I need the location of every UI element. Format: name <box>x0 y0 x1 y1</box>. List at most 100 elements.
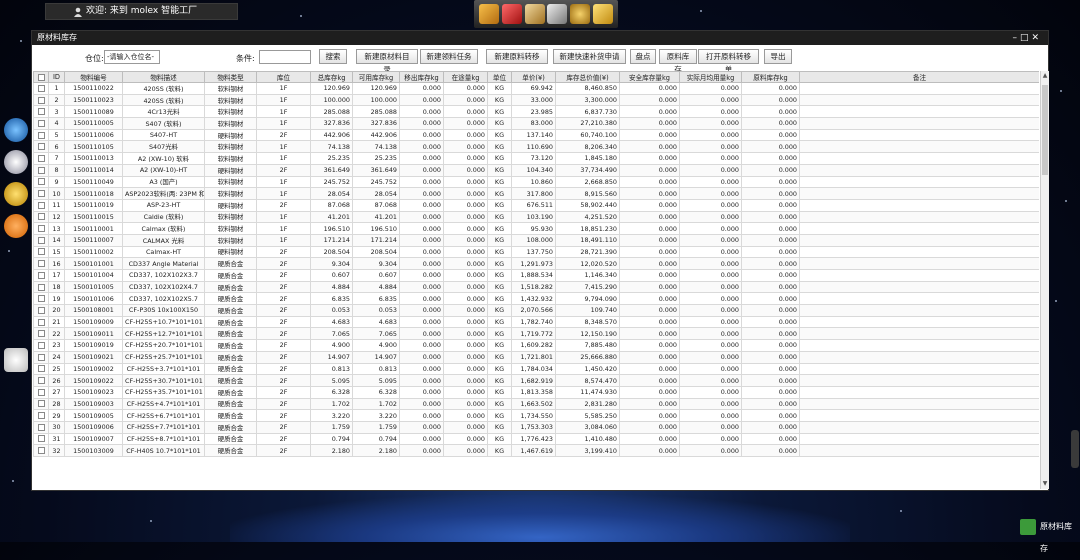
table-row[interactable]: 27 1500109023 CF-H25S+35.7*101*101 硬质合金 2F 6.… <box>33 385 1039 399</box>
table-row[interactable]: 19 1500101006 CD337, 102X102X5.7 硬质合金 2F 6.83… <box>33 292 1039 306</box>
row-checkbox-cell[interactable] <box>33 280 49 294</box>
table-row[interactable]: 1 1500110022 420SS (软料) 软料钢材 1F 120.969 120.96… <box>33 82 1039 95</box>
table-row[interactable]: 7 1500110013 A2 (XW-10) 软料 软料钢材 1F 25.235 25.2… <box>33 152 1039 165</box>
row-checkbox-cell[interactable] <box>33 420 49 434</box>
table-row[interactable]: 23 1500109019 CF-H25S+20.7*101*101 硬质合金 2F 4.… <box>33 339 1039 352</box>
row-checkbox-cell[interactable] <box>33 82 49 95</box>
table-row[interactable]: 2 1500110023 420SS (软料) 软料钢材 1F 100.000 100.00… <box>33 93 1039 107</box>
red-cube-icon[interactable] <box>501 4 522 24</box>
table-row[interactable]: 31 1500109007 CF-H25S+8.7*101*101 硬质合金 2F 0.7… <box>33 432 1039 446</box>
row-checkbox-cell[interactable] <box>33 222 49 235</box>
table-row[interactable]: 4 1500110005 S407 (软料) 软料钢材 1F 327.836 327.836… <box>33 117 1039 130</box>
checkbox[interactable] <box>37 154 45 162</box>
checkbox[interactable] <box>37 236 45 244</box>
new-transfer-button[interactable]: 新建原料转移 <box>486 49 548 64</box>
row-checkbox-cell[interactable] <box>33 304 49 317</box>
search-button[interactable]: 搜索 <box>319 49 347 64</box>
checkbox[interactable] <box>37 248 45 256</box>
checkbox[interactable] <box>37 306 45 314</box>
row-checkbox-cell[interactable] <box>33 128 49 142</box>
checkbox[interactable] <box>37 178 45 186</box>
checkbox[interactable] <box>37 295 45 303</box>
new-catalog-button[interactable]: 新建原材料目录 <box>356 49 418 74</box>
row-checkbox-cell[interactable] <box>33 117 49 130</box>
table-row[interactable]: 16 1500101001 CD337 Angle Material 硬质合金 2F 9.… <box>33 257 1039 270</box>
arrow-icon[interactable] <box>4 214 28 238</box>
window-controls[interactable]: –□✕ <box>1012 31 1042 45</box>
scroll-thumb[interactable] <box>1042 85 1048 175</box>
table-row[interactable]: 9 1500110049 A3 (国产) 软料钢材 1F 245.752 245.752 0.… <box>33 175 1039 189</box>
table-row[interactable]: 5 1500110006 S407-HT 硬料钢材 2F 442.906 442.906 0.… <box>33 128 1039 142</box>
row-checkbox-cell[interactable] <box>33 432 49 446</box>
table-row[interactable]: 20 1500108001 CF-P30S 10x100X150 硬质合金 2F 0.05… <box>33 304 1039 317</box>
table-row[interactable]: 25 1500109002 CF-H25S+3.7*101*101 硬质合金 2F 0.8… <box>33 362 1039 376</box>
row-checkbox-cell[interactable] <box>33 374 49 387</box>
checkbox[interactable] <box>37 353 45 361</box>
checkbox[interactable] <box>37 96 45 104</box>
row-checkbox-cell[interactable] <box>33 257 49 270</box>
checkbox[interactable] <box>37 318 45 326</box>
row-checkbox-cell[interactable] <box>33 269 49 282</box>
export-button[interactable]: 导出 <box>764 49 792 64</box>
table-row[interactable]: 24 1500109021 CF-H25S+25.7*101*101 硬质合金 2F 14… <box>33 350 1039 364</box>
table-row[interactable]: 13 1500110001 Calmax (软料) 软料钢材 1F 196.510 196.… <box>33 222 1039 235</box>
taskbar-item[interactable]: 原材料库存 <box>1018 516 1078 553</box>
checkbox[interactable] <box>37 225 45 233</box>
row-checkbox-cell[interactable] <box>33 140 49 154</box>
table-row[interactable]: 6 1500110105 S407光料 软料钢材 1F 74.138 74.138 0.000… <box>33 140 1039 154</box>
table-row[interactable]: 17 1500101004 CD337, 102X102X3.7 硬质合金 2F 0.60… <box>33 269 1039 282</box>
checkbox[interactable] <box>37 143 45 151</box>
table-row[interactable]: 8 1500110014 A2 (XW-10)-HT 硬料钢材 2F 361.649 361… <box>33 163 1039 177</box>
row-checkbox-cell[interactable] <box>33 315 49 329</box>
checkbox[interactable] <box>37 388 45 396</box>
checkbox[interactable] <box>37 73 45 81</box>
vertical-scrollbar[interactable]: ▲ ▼ <box>1040 71 1049 489</box>
table-row[interactable]: 30 1500109006 CF-H25S+7.7*101*101 硬质合金 2F 1.7… <box>33 420 1039 434</box>
checkbox[interactable] <box>37 190 45 198</box>
row-checkbox-cell[interactable] <box>33 385 49 399</box>
row-checkbox-cell[interactable] <box>33 292 49 306</box>
row-checkbox-cell[interactable] <box>33 163 49 177</box>
gem-icon[interactable] <box>592 4 613 24</box>
row-checkbox-cell[interactable] <box>33 362 49 376</box>
checkbox[interactable] <box>37 377 45 385</box>
row-checkbox-cell[interactable] <box>33 233 49 247</box>
condition-input[interactable] <box>259 50 311 64</box>
qq-icon[interactable] <box>4 348 28 372</box>
checkbox[interactable] <box>37 108 45 116</box>
checkbox[interactable] <box>37 447 45 455</box>
row-checkbox-cell[interactable] <box>33 350 49 364</box>
row-checkbox-cell[interactable] <box>33 444 49 457</box>
table-row[interactable]: 28 1500109003 CF-H25S+4.7*101*101 硬质合金 2F 1.7… <box>33 397 1039 411</box>
key-icon[interactable] <box>4 182 28 206</box>
table-row[interactable]: 15 1500110002 Calmax-HT 硬料钢材 2F 208.504 208.50… <box>33 245 1039 259</box>
row-checkbox-cell[interactable] <box>33 152 49 165</box>
checkbox[interactable] <box>37 365 45 373</box>
checkbox[interactable] <box>37 131 45 139</box>
tools-icon[interactable] <box>547 4 568 24</box>
table-row[interactable]: 21 1500109009 CF-H25S+10.7*101*101 硬质合金 2F 4.… <box>33 315 1039 329</box>
checkbox[interactable] <box>37 166 45 174</box>
table-row[interactable]: 18 1500101005 CD337, 102X102X4.7 硬质合金 2F 4.88… <box>33 280 1039 294</box>
stock-button[interactable]: 原料库存 <box>659 49 697 74</box>
row-checkbox-cell[interactable] <box>33 210 49 224</box>
table-row[interactable]: 26 1500109022 CF-H25S+30.7*101*101 硬质合金 2F 5.… <box>33 374 1039 387</box>
checkbox[interactable] <box>37 260 45 268</box>
checkbox[interactable] <box>37 423 45 431</box>
row-checkbox-cell[interactable] <box>33 93 49 107</box>
checkbox[interactable] <box>37 330 45 338</box>
chat-icon[interactable] <box>4 118 28 142</box>
table-row[interactable]: 3 1500110089 4Cr13光料 软料钢材 1F 285.088 285.088 0.… <box>33 105 1039 119</box>
row-checkbox-cell[interactable] <box>33 397 49 411</box>
gears-icon[interactable] <box>569 4 590 24</box>
table-row[interactable]: 22 1500109011 CF-H25S+12.7*101*101 硬质合金 2F 7.… <box>33 327 1039 341</box>
clock-box-icon[interactable] <box>524 4 545 24</box>
checkbox[interactable] <box>37 213 45 221</box>
table-row[interactable]: 14 1500110007 CALMAX 光料 软料钢材 1F 171.214 171.21… <box>33 233 1039 247</box>
location-select[interactable]: -请输入仓位名- <box>104 50 160 64</box>
table-row[interactable]: 32 1500103009 CF-H40S 10.7*101*101 硬质合金 2F 2.… <box>33 444 1039 457</box>
checkbox[interactable] <box>37 84 45 92</box>
checkbox[interactable] <box>37 201 45 209</box>
checkbox[interactable] <box>37 400 45 408</box>
scroll-up-icon[interactable]: ▲ <box>1042 72 1048 80</box>
